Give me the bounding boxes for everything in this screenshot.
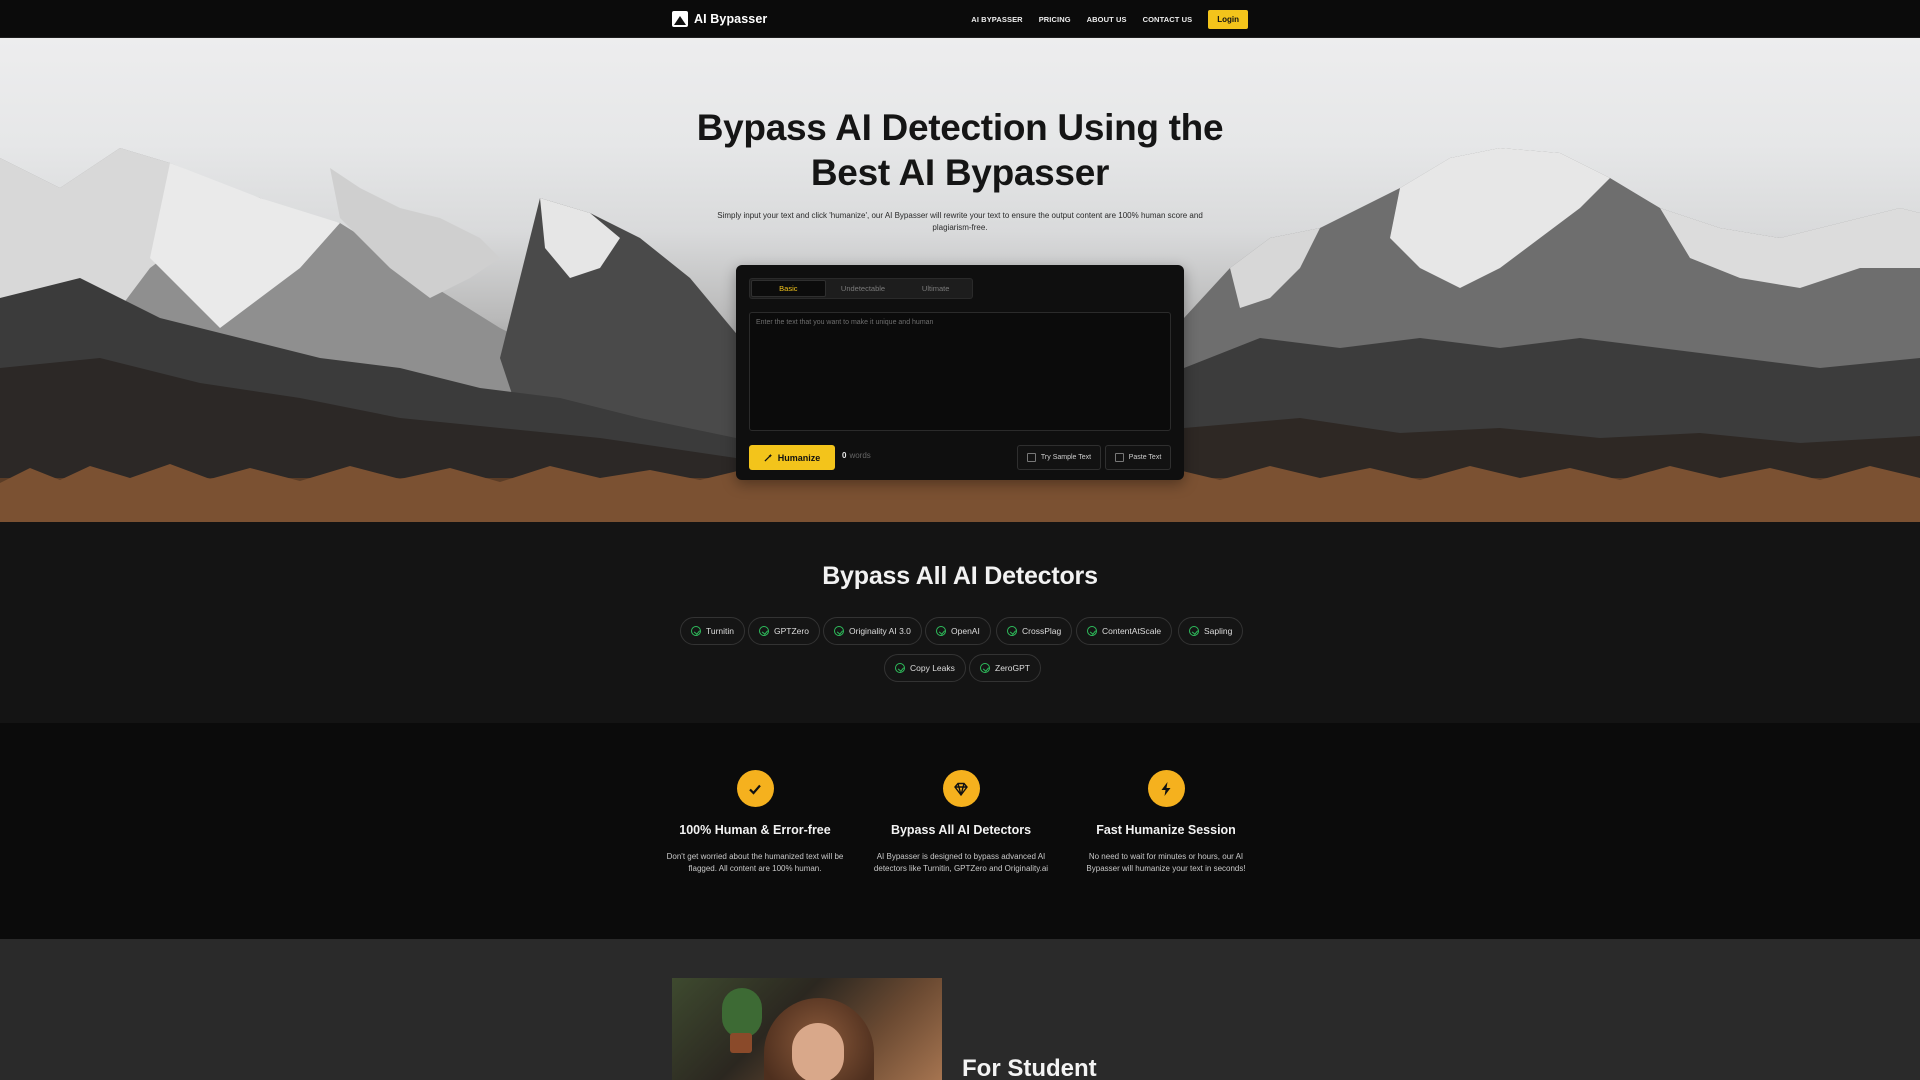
brand-name: AI Bypasser [694, 12, 768, 26]
humanize-label: Humanize [777, 452, 821, 463]
check-circle-icon [759, 626, 769, 636]
word-count-unit: words [849, 451, 871, 460]
mode-tabs: Basic Undetectable Ultimate [749, 278, 973, 299]
check-circle-icon [980, 663, 990, 673]
brand[interactable]: AI Bypasser [672, 11, 767, 27]
feature-title: Fast Humanize Session [1096, 823, 1236, 837]
feature-desc: AI Bypasser is designed to bypass advanc… [873, 852, 1049, 873]
tab-undetectable[interactable]: Undetectable [827, 279, 900, 298]
nav-link-ai-bypasser[interactable]: AI BYPASSER [971, 15, 1022, 24]
plant-shape [722, 988, 762, 1038]
detector-label: Turnitin [706, 626, 735, 636]
detector-label: Originality AI 3.0 [849, 626, 911, 636]
detector-label: CrossPlag [1022, 626, 1062, 636]
detectors-title: Bypass All AI Detectors [822, 562, 1098, 590]
nav-menu: AI BYPASSER PRICING ABOUT US CONTACT US … [971, 9, 1248, 29]
diamond-icon [942, 770, 980, 807]
check-circle-icon [1007, 626, 1017, 636]
try-sample-label: Try Sample Text [1040, 454, 1092, 461]
check-circle-icon [936, 626, 946, 636]
word-count: 0 words [842, 451, 871, 460]
lightning-icon [1147, 770, 1185, 807]
detector-label: OpenAI [951, 626, 980, 636]
try-sample-button[interactable]: Try Sample Text [1017, 445, 1101, 470]
check-circle-icon [834, 626, 844, 636]
face-shape [792, 1023, 844, 1080]
pot-shape [730, 1033, 752, 1053]
paste-text-label: Paste Text [1128, 454, 1162, 461]
tab-ultimate[interactable]: Ultimate [899, 279, 972, 298]
hero-subtitle: Simply input your text and click 'humani… [717, 211, 1203, 232]
magic-wand-icon [764, 453, 772, 462]
detectors-section: Bypass All AI Detectors Turnitin GPTZero… [0, 522, 1920, 723]
detector-chip-gptzero: GPTZero [748, 617, 820, 645]
detector-chip-crossplag: CrossPlag [996, 617, 1073, 645]
check-circle-icon [895, 663, 905, 673]
humanizer-panel: Basic Undetectable Ultimate Humanize 0 w… [736, 265, 1184, 480]
hero-title-line2: Best AI Bypasser [810, 152, 1110, 193]
detector-label: GPTZero [774, 626, 809, 636]
check-circle-icon [1189, 626, 1199, 636]
top-nav: AI Bypasser AI BYPASSER PRICING ABOUT US… [0, 0, 1920, 38]
hero-section: Bypass AI Detection Using the Best AI By… [0, 38, 1920, 522]
sample-icon [1026, 453, 1036, 462]
detector-chip-contentatscale: ContentAtScale [1076, 617, 1173, 645]
nav-link-about-us[interactable]: ABOUT US [1087, 15, 1127, 24]
hero-title: Bypass AI Detection Using the Best AI By… [0, 105, 1920, 195]
detector-chip-openai: OpenAI [925, 617, 991, 645]
feature-desc: No need to wait for minutes or hours, ou… [1086, 852, 1246, 873]
check-circle-icon [691, 626, 701, 636]
detector-label: Copy Leaks [910, 663, 955, 673]
nav-link-pricing[interactable]: PRICING [1039, 15, 1071, 24]
hero-title-line1: Bypass AI Detection Using the [696, 107, 1224, 148]
nav-inner: AI Bypasser AI BYPASSER PRICING ABOUT US… [672, 0, 1248, 38]
feature-desc: Don't get worried about the humanized te… [666, 852, 844, 873]
features-section: 100% Human & Error-free Don't get worrie… [0, 723, 1920, 939]
detector-chip-originality: Originality AI 3.0 [823, 617, 922, 645]
clipboard-icon [1114, 453, 1124, 462]
check-circle-icon [1087, 626, 1097, 636]
word-count-number: 0 [842, 451, 847, 460]
login-button[interactable]: Login [1208, 9, 1248, 29]
detector-chip-sapling: Sapling [1178, 617, 1244, 645]
humanize-button[interactable]: Humanize [749, 445, 835, 470]
detector-label: Sapling [1204, 626, 1233, 636]
student-title: For Student [962, 1055, 1097, 1080]
feature-title: Bypass All AI Detectors [890, 823, 1032, 837]
feature-fast: Fast Humanize Session No need to wait fo… [1076, 770, 1256, 875]
student-section: For Student [0, 939, 1920, 1080]
feature-title: 100% Human & Error-free [679, 823, 831, 837]
feature-human: 100% Human & Error-free Don't get worrie… [665, 770, 845, 875]
student-photo [672, 978, 942, 1080]
detector-chip-zerogpt: ZeroGPT [969, 654, 1041, 682]
nav-link-contact-us[interactable]: CONTACT US [1143, 15, 1193, 24]
tab-basic[interactable]: Basic [751, 280, 826, 297]
detector-label: ContentAtScale [1102, 626, 1162, 636]
logo-icon [672, 11, 688, 27]
check-icon [736, 770, 774, 807]
input-textarea[interactable] [749, 312, 1171, 431]
detector-chip-turnitin: Turnitin [680, 617, 746, 645]
paste-text-button[interactable]: Paste Text [1105, 445, 1171, 470]
feature-bypass: Bypass All AI Detectors AI Bypasser is d… [871, 770, 1051, 875]
detector-chip-copyleaks: Copy Leaks [884, 654, 966, 682]
detector-label: ZeroGPT [995, 663, 1030, 673]
